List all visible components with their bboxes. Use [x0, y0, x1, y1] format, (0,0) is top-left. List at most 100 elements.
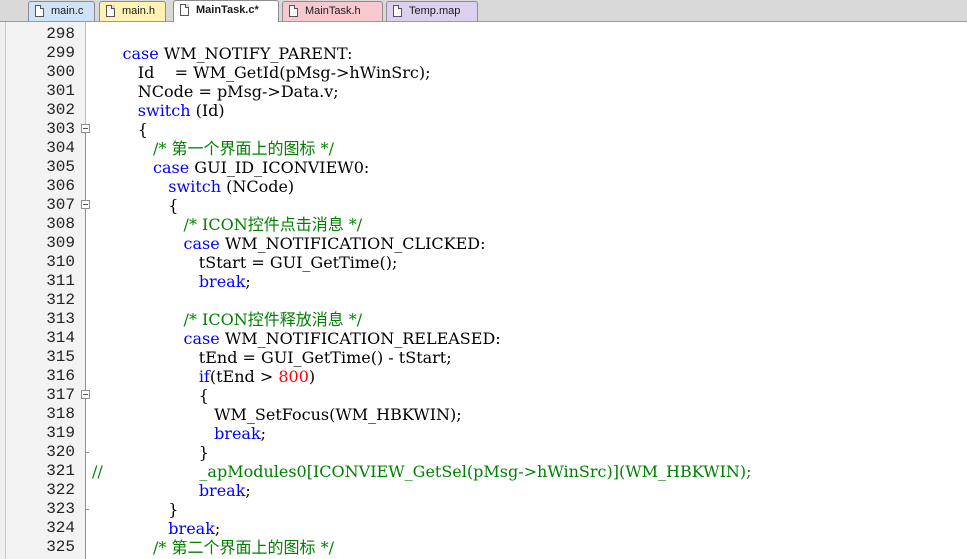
code-text: tStart = GUI_GetTime(); [92, 253, 398, 272]
code-line[interactable]: 322 break; [0, 481, 967, 500]
line-number: 325 [46, 538, 75, 556]
fold-collapse-icon[interactable] [81, 390, 90, 399]
line-number: 316 [46, 367, 75, 385]
code-text: /* 第二个界面上的图标 */ [92, 538, 334, 557]
tab-label: main.c [51, 5, 84, 17]
code-line[interactable]: 308 /* ICON控件点击消息 */ [0, 215, 967, 234]
code-text: { [92, 196, 178, 215]
code-text: /* ICON控件点击消息 */ [92, 215, 363, 234]
code-line[interactable]: 323 } [0, 500, 967, 519]
code-token: WM_NOTIFY_PARENT: [158, 44, 353, 63]
line-number: 309 [46, 234, 75, 252]
code-line[interactable]: 312 [0, 291, 967, 310]
line-number: 300 [46, 63, 75, 81]
tab-main-c[interactable]: main.c [28, 1, 95, 21]
code-line[interactable]: 316 if(tEnd > 800) [0, 367, 967, 386]
line-number: 305 [46, 158, 75, 176]
code-editor[interactable]: 298 299 case WM_NOTIFY_PARENT: 300 Id = WM… [0, 22, 967, 559]
code-line[interactable]: 324 break; [0, 519, 967, 538]
code-line[interactable]: 317 { [0, 386, 967, 405]
code-line[interactable]: 307 { [0, 196, 967, 215]
line-number: 322 [46, 481, 75, 499]
line-number: 298 [46, 25, 75, 43]
code-token: GUI_ID_ICONVIEW0: [189, 158, 370, 177]
code-line[interactable]: 303 { [0, 120, 967, 139]
code-text: case WM_NOTIFY_PARENT: [92, 44, 353, 63]
code-line[interactable]: 315 tEnd = GUI_GetTime() - tStart; [0, 348, 967, 367]
file-icon [106, 5, 115, 17]
code-line[interactable]: 298 [0, 25, 967, 44]
comment-token: /* ICON控件点击消息 */ [183, 215, 363, 234]
fold-collapse-icon[interactable] [81, 124, 90, 133]
line-number: 321 [46, 462, 75, 480]
code-line[interactable]: 300 Id = WM_GetId(pMsg->hWinSrc); [0, 63, 967, 82]
line-number: 307 [46, 196, 75, 214]
code-line[interactable]: 310 tStart = GUI_GetTime(); [0, 253, 967, 272]
code-line[interactable]: 319 break; [0, 424, 967, 443]
code-text: break; [92, 519, 220, 538]
keyword-token: switch [168, 177, 222, 196]
line-number: 320 [46, 443, 75, 461]
line-number: 315 [46, 348, 75, 366]
tab-main-h[interactable]: main.h [99, 1, 166, 21]
tab-temp-map[interactable]: Temp.map [386, 1, 478, 21]
code-line[interactable]: 302 switch (Id) [0, 101, 967, 120]
file-icon [393, 5, 402, 17]
code-line[interactable]: 314 case WM_NOTIFICATION_RELEASED: [0, 329, 967, 348]
code-line[interactable]: 318 WM_SetFocus(WM_HBKWIN); [0, 405, 967, 424]
tab-label: main.h [122, 5, 156, 17]
code-token: tEnd = GUI_GetTime() - tStart; [92, 348, 452, 367]
tab-label: MainTask.c* [196, 4, 259, 16]
comment-token: /* 第一个界面上的图标 */ [153, 139, 334, 158]
tab-maintask-h[interactable]: MainTask.h [282, 1, 383, 21]
comment-token: // _apModules0[ICONVIEW_GetSel(pMsg->hWi… [92, 462, 752, 481]
code-token: } [92, 443, 209, 462]
code-line[interactable]: 311 break; [0, 272, 967, 291]
code-line[interactable]: 320 } [0, 443, 967, 462]
file-icon [180, 4, 189, 16]
code-text: // _apModules0[ICONVIEW_GetSel(pMsg->hWi… [92, 462, 752, 481]
code-text: case GUI_ID_ICONVIEW0: [92, 158, 369, 177]
code-token: WM_SetFocus(WM_HBKWIN); [92, 405, 462, 424]
code-token: ) [308, 367, 316, 386]
editor-tab-bar: main.c main.h MainTask.c* MainTask.h Temp.ma… [0, 0, 967, 22]
code-line[interactable]: 321 // _apModules0[ICONVIEW_GetSel(pMsg->… [0, 462, 967, 481]
keyword-token: break [198, 272, 246, 291]
code-token: (tEnd > [209, 367, 279, 386]
line-number: 318 [46, 405, 75, 423]
keyword-token: case [122, 44, 159, 63]
code-text: switch (Id) [92, 101, 225, 120]
tab-label: MainTask.h [305, 5, 361, 17]
fold-collapse-icon[interactable] [81, 200, 90, 209]
code-line[interactable]: 305 case GUI_ID_ICONVIEW0: [0, 158, 967, 177]
code-text: break; [92, 424, 266, 443]
code-line[interactable]: 325 /* 第二个界面上的图标 */ [0, 538, 967, 557]
code-token: ; [245, 481, 251, 500]
tab-maintask-c[interactable]: MainTask.c* [173, 0, 279, 22]
code-text: /* ICON控件释放消息 */ [92, 310, 363, 329]
code-text: { [92, 386, 209, 405]
keyword-token: break [198, 481, 246, 500]
code-line[interactable]: 313 /* ICON控件释放消息 */ [0, 310, 967, 329]
code-line[interactable]: 309 case WM_NOTIFICATION_CLICKED: [0, 234, 967, 253]
keyword-token: switch [137, 101, 191, 120]
code-token: ; [260, 424, 267, 443]
code-text: if(tEnd > 800) [92, 367, 315, 386]
code-line[interactable]: 301 NCode = pMsg->Data.v; [0, 82, 967, 101]
code-line[interactable]: 306 switch (NCode) [0, 177, 967, 196]
code-line[interactable]: 304 /* 第一个界面上的图标 */ [0, 139, 967, 158]
code-line[interactable]: 299 case WM_NOTIFY_PARENT: [0, 44, 967, 63]
code-token: (NCode) [221, 177, 295, 196]
code-text: tEnd = GUI_GetTime() - tStart; [92, 348, 452, 367]
